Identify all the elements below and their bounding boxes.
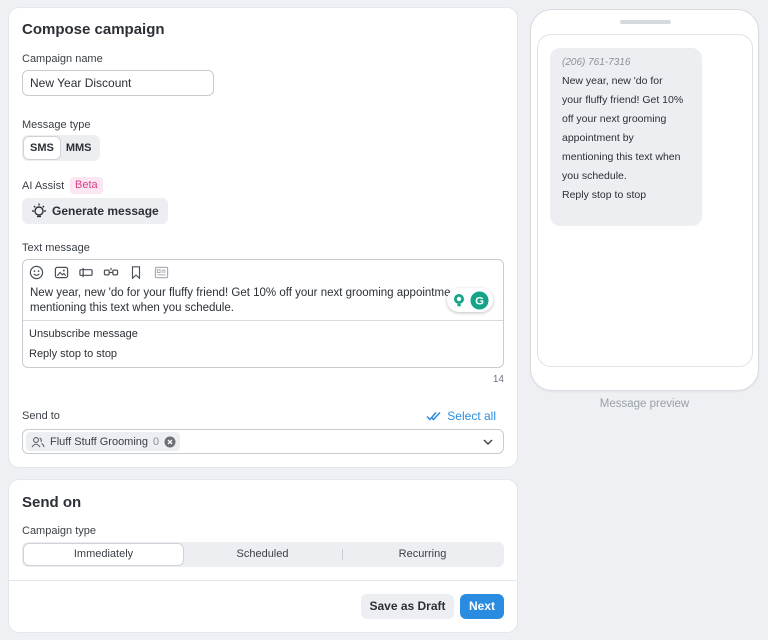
- preview-message-body: New year, new 'do for your fluffy friend…: [562, 72, 690, 205]
- compose-campaign-card: Compose campaign Campaign name New Year …: [9, 8, 517, 467]
- preview-line-5: mentioning this text when: [562, 151, 681, 163]
- message-type-sms[interactable]: SMS: [24, 137, 60, 159]
- preview-line-2: your fluffy friend! Get 10%: [562, 94, 684, 106]
- preview-line-7: Reply stop to stop: [562, 189, 647, 201]
- next-button[interactable]: Next: [460, 594, 504, 619]
- footer-divider: [9, 580, 517, 581]
- emoji-icon[interactable]: [28, 264, 44, 280]
- send-on-card: Send on Campaign type Immediately Schedu…: [9, 480, 517, 632]
- campaign-type-scheduled[interactable]: Scheduled: [183, 544, 342, 565]
- campaign-type-immediately[interactable]: Immediately: [24, 544, 183, 565]
- group-icon: [31, 436, 45, 447]
- editor-divider: [23, 320, 503, 321]
- character-count: 14: [492, 374, 504, 385]
- select-all-button[interactable]: Select all: [426, 409, 496, 423]
- phone-screen: (206) 761-7316 New year, new 'do for you…: [537, 34, 753, 367]
- preview-line-4: appointment by: [562, 132, 634, 144]
- campaign-type-toggle: Immediately Scheduled Recurring: [22, 542, 504, 567]
- send-to-select[interactable]: Fluff Stuff Grooming 0: [22, 429, 504, 454]
- phone-speaker: [620, 20, 671, 24]
- text-message-label: Text message: [22, 242, 90, 254]
- bookmark-icon[interactable]: [128, 264, 144, 280]
- select-all-label: Select all: [447, 409, 496, 423]
- chevron-down-icon[interactable]: [482, 436, 494, 448]
- image-icon[interactable]: [53, 264, 69, 280]
- double-check-icon: [426, 411, 441, 421]
- message-type-toggle: SMS MMS: [22, 135, 100, 161]
- remove-chip-icon[interactable]: [164, 436, 176, 448]
- campaign-type-recurring[interactable]: Recurring: [343, 544, 502, 565]
- preview-line-6: you schedule.: [562, 170, 627, 182]
- campaign-type-label: Campaign type: [22, 525, 96, 537]
- campaign-name-label: Campaign name: [22, 53, 103, 65]
- recipient-chip: Fluff Stuff Grooming 0: [26, 432, 181, 451]
- recipient-chip-count: 0: [153, 435, 160, 448]
- phone-preview: (206) 761-7316 New year, new 'do for you…: [530, 9, 759, 391]
- ai-assist-label: AI Assist: [22, 180, 65, 192]
- message-line-2: mentioning this text when you schedule.: [30, 301, 234, 314]
- campaign-name-input[interactable]: New Year Discount: [22, 70, 214, 96]
- recipient-chip-label: Fluff Stuff Grooming: [50, 435, 149, 448]
- preview-line-3: off your next grooming: [562, 113, 667, 125]
- svg-text:G: G: [475, 295, 484, 307]
- message-line-1: New year, new 'do for your fluffy friend…: [30, 287, 450, 299]
- lightbulb-icon[interactable]: [451, 292, 467, 308]
- save-as-draft-button[interactable]: Save as Draft: [361, 594, 454, 619]
- unsubscribe-text: Reply stop to stop: [29, 348, 118, 360]
- compose-title: Compose campaign: [22, 21, 165, 38]
- send-to-label: Send to: [22, 410, 60, 422]
- generate-message-label: Generate message: [52, 204, 159, 218]
- editor-toolbar: [28, 264, 169, 280]
- message-body[interactable]: New year, new 'do for your fluffy friend…: [30, 286, 450, 315]
- send-on-title: Send on: [22, 494, 82, 511]
- message-type-mms[interactable]: MMS: [60, 137, 98, 159]
- grammarly-widget[interactable]: G: [447, 288, 493, 312]
- beta-badge: Beta: [70, 177, 103, 194]
- sender-phone-number: (206) 761-7316: [562, 57, 631, 68]
- tag-icon[interactable]: [78, 264, 94, 280]
- text-message-editor[interactable]: New year, new 'do for your fluffy friend…: [22, 259, 504, 368]
- message-type-label: Message type: [22, 119, 91, 131]
- message-preview-caption: Message preview: [599, 398, 690, 410]
- generate-message-button[interactable]: Generate message: [22, 198, 168, 224]
- grammarly-icon[interactable]: G: [470, 290, 489, 310]
- preview-line-1: New year, new 'do for: [562, 75, 663, 87]
- link-icon[interactable]: [103, 264, 119, 280]
- message-bubble: (206) 761-7316 New year, new 'do for you…: [550, 48, 702, 226]
- template-icon[interactable]: [153, 264, 169, 280]
- lightbulb-icon: [32, 203, 46, 218]
- unsubscribe-label: Unsubscribe message: [29, 328, 138, 340]
